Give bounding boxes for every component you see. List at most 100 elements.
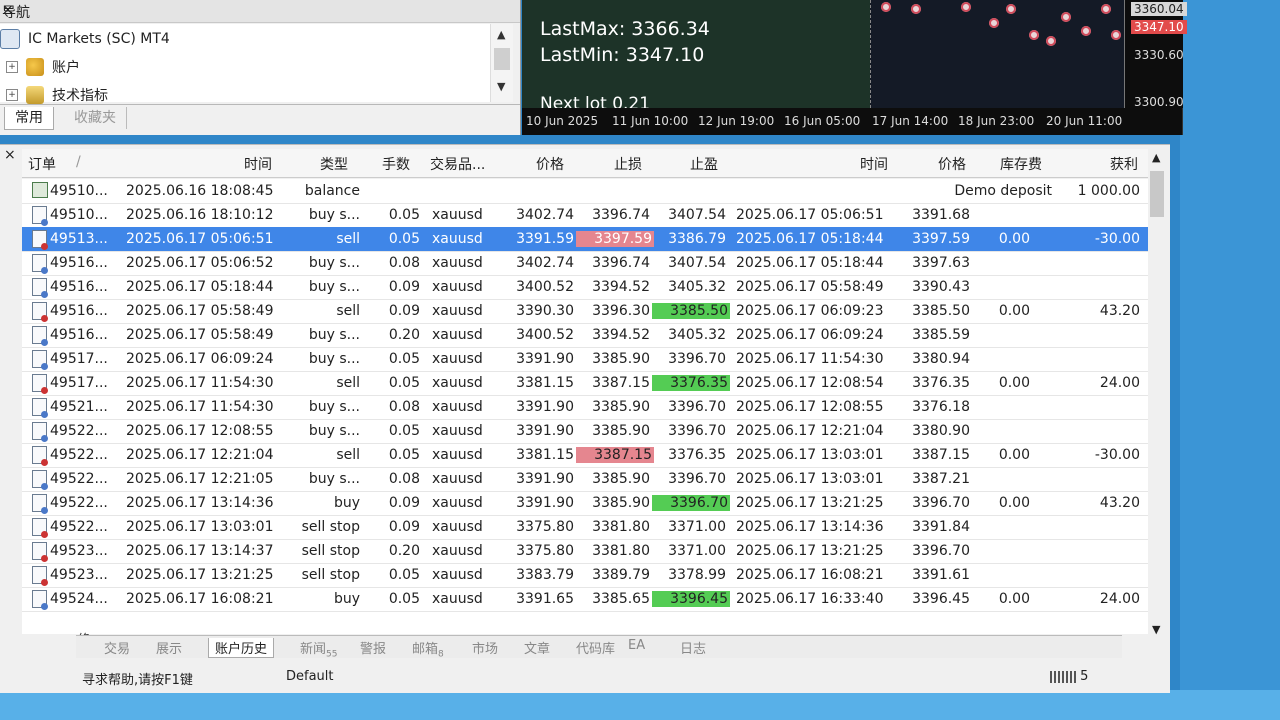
cell-open-time: 2025.06.17 05:58:49 — [126, 303, 274, 319]
scroll-thumb[interactable] — [1150, 171, 1164, 217]
expand-icon[interactable]: + — [6, 89, 18, 101]
cell-open-time: 2025.06.17 05:58:49 — [126, 327, 274, 343]
cell-close-time: 2025.06.17 06:09:23 — [736, 303, 884, 319]
terminal-close-button[interactable]: × — [4, 147, 16, 163]
tree-item-accounts[interactable]: + 账户 — [0, 54, 80, 80]
cell-sl: 3385.90 — [592, 399, 650, 415]
table-row[interactable]: 49524... 2025.06.17 16:08:21 buy 0.05 xauusd… — [22, 587, 1148, 612]
scroll-down-icon[interactable]: ▼ — [1152, 623, 1160, 636]
cell-order: 49523... — [50, 543, 108, 559]
table-row[interactable]: 49517... 2025.06.17 11:54:30 sell 0.05 xauus… — [22, 371, 1148, 396]
time-tick: 16 Jun 05:00 — [784, 114, 861, 128]
table-row[interactable]: 49513... 2025.06.17 05:06:51 sell 0.05 xauus… — [22, 227, 1148, 252]
buy-order-icon — [32, 398, 48, 418]
column-header-close-price[interactable]: 价格 — [938, 154, 966, 174]
time-axis: 10 Jun 2025 11 Jun 10:00 12 Jun 19:00 16… — [522, 108, 1182, 135]
tab-terminal-5[interactable]: 邮箱8 — [412, 638, 444, 660]
cell-order: 49516... — [50, 255, 108, 271]
navigator-scrollbar[interactable]: ▲ ▼ — [490, 24, 513, 102]
column-header-open-time[interactable]: 时间 — [244, 154, 272, 174]
tab-terminal-7[interactable]: 文章 — [524, 638, 550, 657]
column-header-close-time[interactable]: 时间 — [860, 154, 888, 174]
cell-open-price: 3381.15 — [516, 375, 574, 391]
cell-close-price: 3396.70 — [912, 543, 970, 559]
table-row[interactable]: 49521... 2025.06.17 11:54:30 buy s... 0.08 x… — [22, 395, 1148, 420]
column-header-swap[interactable]: 库存费 — [1000, 154, 1042, 174]
navigator-close-button[interactable]: × — [2, 2, 14, 18]
column-header-order[interactable]: 订单 — [28, 154, 56, 174]
cell-open-time: 2025.06.16 18:10:12 — [126, 207, 274, 223]
chart-window[interactable]: LastMax: 3366.34 LastMin: 3347.10 Next l… — [522, 0, 1187, 135]
balance-icon — [32, 182, 48, 198]
cell-open-price: 3383.79 — [516, 567, 574, 583]
tab-common[interactable]: 常用 — [4, 107, 54, 130]
table-row[interactable]: 49522... 2025.06.17 12:21:05 buy s... 0.08 x… — [22, 467, 1148, 492]
table-row[interactable]: 49510... 2025.06.16 18:08:45 balance 1 000.… — [22, 179, 1148, 204]
cell-lots: 0.05 — [388, 423, 420, 439]
column-header-tp[interactable]: 止盈 — [690, 154, 718, 174]
sell-order-icon — [32, 566, 48, 586]
time-tick: 17 Jun 14:00 — [872, 114, 949, 128]
column-header-open-price[interactable]: 价格 — [536, 154, 564, 174]
table-row[interactable]: 49516... 2025.06.17 05:58:49 sell 0.09 xauus… — [22, 299, 1148, 324]
tab-terminal-4[interactable]: 警报 — [360, 638, 386, 657]
tab-terminal-8[interactable]: 代码库 — [576, 638, 615, 657]
table-row[interactable]: 49517... 2025.06.17 06:09:24 buy s... 0.05 x… — [22, 347, 1148, 372]
tab-terminal-6[interactable]: 市场 — [472, 638, 498, 657]
table-row[interactable]: 49510... 2025.06.16 18:10:12 buy s... 0.05 x… — [22, 203, 1148, 228]
cell-close-time: 2025.06.17 06:09:24 — [736, 327, 884, 343]
cell-close-price: 3376.35 — [912, 375, 970, 391]
cell-close-price: 3391.61 — [912, 567, 970, 583]
cell-lots: 0.08 — [388, 471, 420, 487]
table-row[interactable]: 49523... 2025.06.17 13:21:25 sell stop 0.05… — [22, 563, 1148, 588]
scroll-thumb[interactable] — [494, 48, 510, 70]
cell-open-time: 2025.06.17 05:06:52 — [126, 255, 274, 271]
sell-order-icon — [32, 374, 48, 394]
cell-order: 49522... — [50, 519, 108, 535]
chart-candles-area[interactable] — [870, 0, 1125, 108]
column-header-profit[interactable]: 获利 — [1110, 154, 1138, 174]
table-row[interactable]: 49522... 2025.06.17 12:21:04 sell 0.05 xauus… — [22, 443, 1148, 468]
table-row[interactable]: 49516... 2025.06.17 05:58:49 buy s... 0.20 x… — [22, 323, 1148, 348]
tab-favorites[interactable]: 收藏夹 — [64, 107, 127, 129]
cell-open-time: 2025.06.17 13:21:25 — [126, 567, 274, 583]
buy-order-icon — [32, 278, 48, 298]
tree-item-server[interactable]: IC Markets (SC) MT4 — [0, 26, 170, 52]
scroll-up-icon[interactable]: ▲ — [497, 28, 505, 41]
cell-type: sell stop — [301, 567, 360, 583]
cell-close-price: 3376.18 — [912, 399, 970, 415]
tab-badge: 55 — [326, 649, 338, 660]
table-row[interactable]: 49522... 2025.06.17 13:03:01 sell stop 0.09… — [22, 515, 1148, 540]
expand-icon[interactable]: + — [6, 61, 18, 73]
terminal-scrollbar[interactable]: ▲ ▼ — [1148, 149, 1166, 639]
tab-label: 代码库 — [576, 642, 616, 657]
tab-terminal-0[interactable]: 交易 — [104, 638, 130, 657]
cell-symbol: xauusd — [432, 255, 483, 271]
cell-profit: 43.20 — [1099, 495, 1140, 511]
tab-terminal-10[interactable]: 日志 — [680, 638, 706, 657]
table-row[interactable]: 49523... 2025.06.17 13:14:37 sell stop 0.20… — [22, 539, 1148, 564]
scroll-up-icon[interactable]: ▲ — [1152, 151, 1160, 164]
column-header-sl[interactable]: 止损 — [614, 154, 642, 174]
column-header-symbol[interactable]: 交易品... — [430, 154, 485, 174]
tab-terminal-9[interactable]: EA — [628, 638, 645, 653]
table-row[interactable]: 49516... 2025.06.17 05:06:52 buy s... 0.08 x… — [22, 251, 1148, 276]
table-row[interactable]: 49522... 2025.06.17 12:08:55 buy s... 0.05 x… — [22, 419, 1148, 444]
column-header-lots[interactable]: 手数 — [382, 154, 410, 174]
cell-order: 49521... — [50, 399, 108, 415]
connection-bars-icon — [1050, 670, 1076, 683]
cell-open-price: 3375.80 — [516, 543, 574, 559]
cell-close-price: 3387.15 — [912, 447, 970, 463]
cell-sl: 3381.80 — [592, 519, 650, 535]
cell-profit: -30.00 — [1094, 447, 1140, 463]
scroll-down-icon[interactable]: ▼ — [497, 80, 505, 93]
tab-terminal-1[interactable]: 展示 — [156, 638, 182, 657]
table-row[interactable]: 49516... 2025.06.17 05:18:44 buy s... 0.09 x… — [22, 275, 1148, 300]
column-header-type[interactable]: 类型 — [320, 154, 348, 174]
cell-close-price: 3385.59 — [912, 327, 970, 343]
tab-terminal-3[interactable]: 新闻55 — [300, 638, 337, 660]
tab-terminal-2[interactable]: 账户历史 — [208, 638, 275, 658]
status-profile: Default — [286, 669, 334, 684]
cell-open-time: 2025.06.17 13:14:36 — [126, 495, 274, 511]
table-row[interactable]: 49522... 2025.06.17 13:14:36 buy 0.09 xauusd… — [22, 491, 1148, 516]
